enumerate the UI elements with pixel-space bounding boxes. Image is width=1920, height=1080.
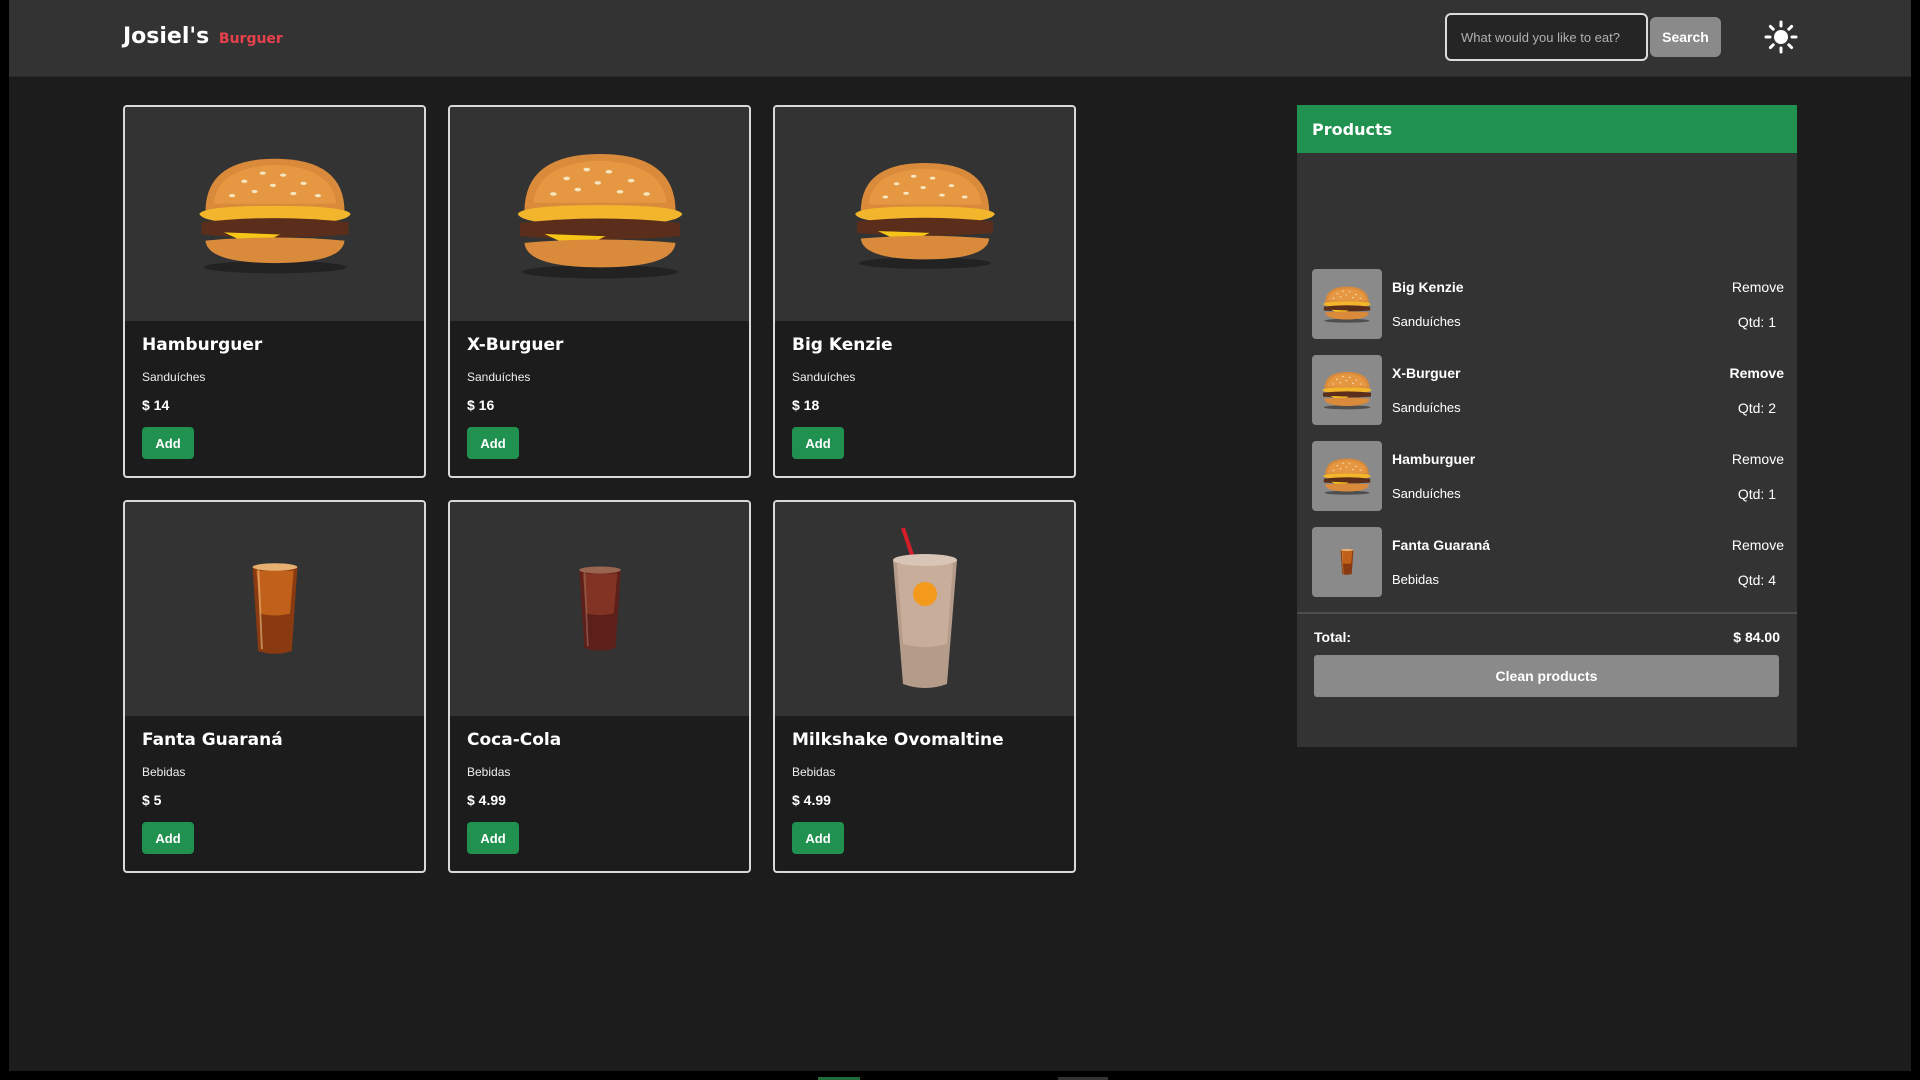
soda-glass-icon: [1312, 527, 1382, 597]
add-button[interactable]: Add: [467, 822, 519, 854]
product-card: X-Burguer Sanduíches $ 16 Add: [448, 105, 751, 478]
cart-item: X-Burguer Sanduíches Remove Qtd: 2: [1312, 355, 1784, 425]
remove-button[interactable]: Remove: [1732, 451, 1784, 467]
cart-item-name: Hamburguer: [1392, 451, 1476, 467]
product-price: $ 4.99: [792, 792, 831, 808]
product-name: Hamburguer: [142, 335, 263, 355]
cart-item-name: Fanta Guaraná: [1392, 537, 1491, 553]
cart-item-category: Sanduíches: [1392, 400, 1461, 415]
product-name: Coca-Cola: [467, 730, 562, 750]
cart-item: Fanta Guaraná Bebidas Remove Qtd: 4: [1312, 527, 1784, 597]
add-button[interactable]: Add: [467, 427, 519, 459]
product-price: $ 18: [792, 397, 820, 413]
remove-button[interactable]: Remove: [1732, 537, 1784, 553]
burger-icon: [125, 107, 424, 321]
product-category: Sanduíches: [792, 370, 856, 384]
milkshake-icon: [775, 502, 1074, 716]
product-price: $ 16: [467, 397, 495, 413]
product-card: Big Kenzie Sanduíches $ 18 Add: [773, 105, 1076, 478]
cart-item: Big Kenzie Sanduíches Remove Qtd: 1: [1312, 269, 1784, 339]
soda-glass-icon: [125, 502, 424, 716]
remove-button[interactable]: Remove: [1730, 365, 1784, 381]
product-category: Bebidas: [792, 765, 836, 779]
product-name: X-Burguer: [467, 335, 564, 355]
product-category: Bebidas: [142, 765, 186, 779]
add-button[interactable]: Add: [142, 822, 194, 854]
total-label: Total:: [1314, 629, 1352, 645]
product-price: $ 14: [142, 397, 170, 413]
soda-glass-icon: [450, 502, 749, 716]
cart-item: Hamburguer Sanduíches Remove Qtd: 1: [1312, 441, 1784, 511]
add-button[interactable]: Add: [142, 427, 194, 459]
cart-item-name: X-Burguer: [1392, 365, 1461, 381]
cart-item-category: Sanduíches: [1392, 486, 1461, 501]
product-card: Fanta Guaraná Bebidas $ 5 Add: [123, 500, 426, 873]
product-card: Milkshake Ovomaltine Bebidas $ 4.99 Add: [773, 500, 1076, 873]
product-category: Bebidas: [467, 765, 511, 779]
product-category: Sanduíches: [142, 370, 206, 384]
product-name: Milkshake Ovomaltine: [792, 730, 1004, 750]
page: Josiel's Burguer Search Hamburguer Sand: [9, 0, 1911, 1071]
cart-panel: Products Big Kenzie Sanduíches Remove Qt…: [1297, 105, 1797, 747]
cart-title: Products: [1297, 105, 1797, 153]
cart-item-category: Bebidas: [1392, 572, 1439, 587]
sun-icon[interactable]: [1764, 20, 1798, 54]
burger-icon: [775, 107, 1074, 321]
product-category: Sanduíches: [467, 370, 531, 384]
brand-subtitle: Burguer: [218, 31, 283, 47]
cart-item-category: Sanduíches: [1392, 314, 1461, 329]
burger-icon: [1312, 269, 1382, 339]
cart-item-qty: Qtd: 4: [1737, 572, 1776, 588]
brand-name: Josiel's: [123, 24, 210, 49]
cart-divider: [1297, 612, 1797, 614]
search-button[interactable]: Search: [1650, 17, 1721, 57]
total-value: $ 84.00: [1733, 629, 1780, 645]
bottom-bar: [0, 1071, 1920, 1080]
cart-item-qty: Qtd: 1: [1737, 486, 1776, 502]
product-price: $ 4.99: [467, 792, 506, 808]
cart-item-qty: Qtd: 2: [1737, 400, 1776, 416]
search-bar: Search: [1445, 13, 1721, 61]
product-card: Coca-Cola Bebidas $ 4.99 Add: [448, 500, 751, 873]
cart-item-qty: Qtd: 1: [1737, 314, 1776, 330]
product-card: Hamburguer Sanduíches $ 14 Add: [123, 105, 426, 478]
product-name: Fanta Guaraná: [142, 730, 283, 750]
product-name: Big Kenzie: [792, 335, 893, 355]
product-price: $ 5: [142, 792, 162, 808]
cart-item-name: Big Kenzie: [1392, 279, 1464, 295]
clean-products-button[interactable]: Clean products: [1314, 655, 1779, 697]
remove-button[interactable]: Remove: [1732, 279, 1784, 295]
brand-logo[interactable]: Josiel's Burguer: [123, 24, 283, 49]
add-button[interactable]: Add: [792, 427, 844, 459]
top-header: Josiel's Burguer Search: [9, 0, 1911, 77]
add-button[interactable]: Add: [792, 822, 844, 854]
search-input[interactable]: [1445, 13, 1648, 61]
burger-icon: [450, 107, 749, 321]
burger-icon: [1312, 355, 1382, 425]
burger-icon: [1312, 441, 1382, 511]
